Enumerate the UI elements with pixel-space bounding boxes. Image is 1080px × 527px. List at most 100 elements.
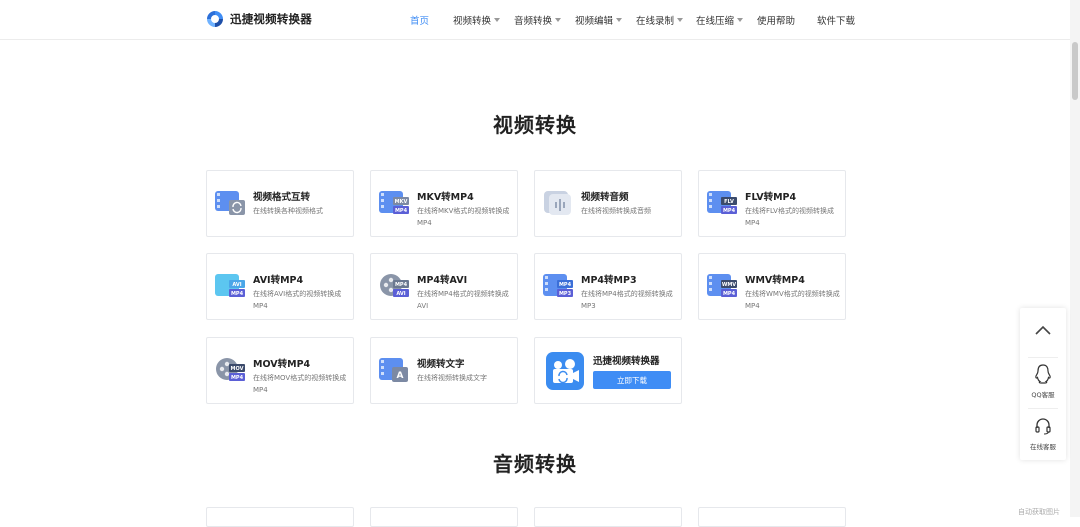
logo-icon bbox=[207, 11, 223, 27]
watermark-text: 自动获取图片 bbox=[1018, 508, 1060, 516]
divider bbox=[1028, 408, 1058, 409]
card-mov-to-mp4[interactable]: MOV MP4 MOV转MP4 在线将MOV格式的视频转换成MP4 bbox=[206, 337, 354, 404]
promo-title: 迅捷视频转换器 bbox=[593, 356, 660, 367]
online-service-label: 在线客服 bbox=[1030, 443, 1056, 451]
card-audio-partial[interactable] bbox=[370, 507, 518, 527]
nav-help[interactable]: 使用帮助 bbox=[757, 13, 795, 27]
card-title: 视频格式互转 bbox=[253, 192, 311, 203]
flv-to-mp4-icon: FLV MP4 bbox=[707, 191, 737, 214]
mkv-to-mp4-icon: MKV MP4 bbox=[379, 191, 409, 214]
nav-home[interactable]: 首页 bbox=[410, 13, 429, 27]
app-camera-icon bbox=[546, 352, 584, 390]
card-title: AVI转MP4 bbox=[253, 275, 304, 286]
card-desc: 在线将视频转换成音频 bbox=[581, 207, 651, 215]
video-to-audio-icon bbox=[544, 191, 571, 215]
chevron-up-icon bbox=[1035, 325, 1051, 335]
back-to-top-button[interactable] bbox=[1020, 308, 1066, 354]
wmv-to-mp4-icon: WMV MP4 bbox=[707, 274, 737, 297]
nav-label: 在线录制 bbox=[636, 16, 675, 27]
format-badge-to: MP4 bbox=[723, 208, 736, 214]
video-to-text-icon: A bbox=[379, 358, 408, 382]
card-wmv-to-mp4[interactable]: WMV MP4 WMV转MP4 在线将WMV格式的视频转换成MP4 bbox=[698, 253, 846, 320]
logo[interactable]: 迅捷视频转换器 bbox=[205, 9, 312, 29]
avi-to-mp4-icon: AVI MP4 bbox=[215, 274, 245, 297]
card-title: MP4转AVI bbox=[417, 275, 468, 286]
format-badge-to: MP4 bbox=[395, 208, 408, 214]
nav-label: 在线压缩 bbox=[696, 16, 735, 27]
card-audio-partial[interactable] bbox=[206, 507, 354, 527]
caret-down-icon bbox=[737, 18, 744, 22]
card-avi-to-mp4[interactable]: AVI MP4 AVI转MP4 在线将AVI格式的视频转换成MP4 bbox=[206, 253, 354, 320]
nav-video-convert[interactable]: 视频转换 bbox=[453, 13, 501, 27]
format-badge-to: MP4 bbox=[723, 291, 736, 297]
card-audio-partial[interactable] bbox=[698, 507, 846, 527]
format-badge-from: WMV bbox=[722, 282, 736, 288]
card-mp4-to-avi[interactable]: MP4 AVI MP4转AVI 在线将MP4格式的视频转换成AVI bbox=[370, 253, 518, 320]
download-now-button[interactable]: 立即下载 bbox=[593, 371, 671, 389]
card-desc: 在线转换各种视频格式 bbox=[253, 207, 323, 215]
format-badge-to: MP3 bbox=[559, 291, 572, 297]
page-scrollbar[interactable] bbox=[1070, 0, 1080, 517]
card-title: WMV转MP4 bbox=[745, 275, 805, 286]
card-desc: 在线将MP4格式的视频转换成AVI bbox=[417, 290, 509, 310]
caret-down-icon bbox=[494, 18, 501, 22]
card-video-format-convert[interactable]: 视频格式互转 在线转换各种视频格式 bbox=[206, 170, 354, 237]
format-badge-from: MP4 bbox=[395, 282, 408, 288]
format-badge-from: FLV bbox=[724, 199, 734, 205]
card-mp4-to-mp3[interactable]: MP4 MP3 MP4转MP3 在线将MP4格式的视频转换成MP3 bbox=[534, 253, 682, 320]
format-badge-from: MOV bbox=[231, 366, 244, 372]
caret-down-icon bbox=[555, 18, 562, 22]
nav-video-edit[interactable]: 视频编辑 bbox=[575, 13, 623, 27]
caret-down-icon bbox=[677, 18, 684, 22]
headset-icon bbox=[1035, 418, 1051, 435]
nav-label: 软件下载 bbox=[817, 16, 856, 27]
format-badge-to: AVI bbox=[396, 291, 405, 297]
nav-online-record[interactable]: 在线录制 bbox=[636, 13, 684, 27]
video-format-convert-icon bbox=[215, 191, 245, 215]
nav-label: 使用帮助 bbox=[757, 16, 796, 27]
qq-penguin-icon bbox=[1035, 364, 1051, 384]
card-app-promo: 迅捷视频转换器 立即下载 bbox=[534, 337, 682, 404]
card-title: 视频转音频 bbox=[581, 192, 629, 203]
nav-software-download[interactable]: 软件下载 bbox=[817, 13, 855, 27]
card-desc: 在线将FLV格式的视频转换成MP4 bbox=[745, 207, 834, 227]
nav-online-compress[interactable]: 在线压缩 bbox=[696, 13, 744, 27]
format-badge-to: MP4 bbox=[231, 375, 244, 381]
nav-label: 视频转换 bbox=[453, 16, 492, 27]
format-badge-from: MKV bbox=[395, 199, 408, 205]
card-video-to-text[interactable]: A 视频转文字 在线将视频转换成文字 bbox=[370, 337, 518, 404]
divider bbox=[1028, 357, 1058, 358]
qq-service-label: QQ客服 bbox=[1031, 391, 1055, 399]
card-desc: 在线将WMV格式的视频转换成MP4 bbox=[745, 290, 840, 310]
card-flv-to-mp4[interactable]: FLV MP4 FLV转MP4 在线将FLV格式的视频转换成MP4 bbox=[698, 170, 846, 237]
mp4-to-mp3-icon: MP4 MP3 bbox=[543, 274, 573, 297]
card-desc: 在线将MP4格式的视频转换成MP3 bbox=[581, 290, 673, 310]
nav-label: 视频编辑 bbox=[575, 16, 614, 27]
top-header: 迅捷视频转换器 首页 视频转换 音频转换 视频编辑 在线录制 在线压缩 使用帮助… bbox=[0, 0, 1080, 40]
nav-label: 音频转换 bbox=[514, 16, 553, 27]
format-badge-from: MP4 bbox=[559, 282, 572, 288]
logo-text: 迅捷视频转换器 bbox=[230, 12, 312, 26]
card-title: 视频转文字 bbox=[417, 359, 465, 370]
card-title: MP4转MP3 bbox=[581, 275, 637, 286]
card-title: MKV转MP4 bbox=[417, 192, 474, 203]
qq-service-button[interactable]: QQ客服 bbox=[1020, 360, 1066, 406]
scrollbar-thumb[interactable] bbox=[1072, 42, 1078, 100]
caret-down-icon bbox=[616, 18, 623, 22]
mp4-to-avi-icon: MP4 AVI bbox=[380, 274, 409, 297]
card-desc: 在线将AVI格式的视频转换成MP4 bbox=[253, 290, 342, 310]
card-video-to-audio[interactable]: 视频转音频 在线将视频转换成音频 bbox=[534, 170, 682, 237]
section-title-video: 视频转换 bbox=[493, 113, 577, 137]
card-desc: 在线将MOV格式的视频转换成MP4 bbox=[253, 374, 347, 394]
online-service-button[interactable]: 在线客服 bbox=[1020, 412, 1066, 458]
card-title: MOV转MP4 bbox=[253, 359, 311, 370]
format-badge-to: MP4 bbox=[231, 291, 244, 297]
card-audio-partial[interactable] bbox=[534, 507, 682, 527]
mov-to-mp4-icon: MOV MP4 bbox=[216, 358, 245, 381]
nav-label: 首页 bbox=[410, 16, 430, 27]
card-desc: 在线将MKV格式的视频转换成MP4 bbox=[417, 207, 510, 227]
card-mkv-to-mp4[interactable]: MKV MP4 MKV转MP4 在线将MKV格式的视频转换成MP4 bbox=[370, 170, 518, 237]
format-badge-from: AVI bbox=[232, 282, 241, 288]
nav-audio-convert[interactable]: 音频转换 bbox=[514, 13, 562, 27]
floating-side-panel: QQ客服 在线客服 bbox=[1020, 308, 1066, 460]
